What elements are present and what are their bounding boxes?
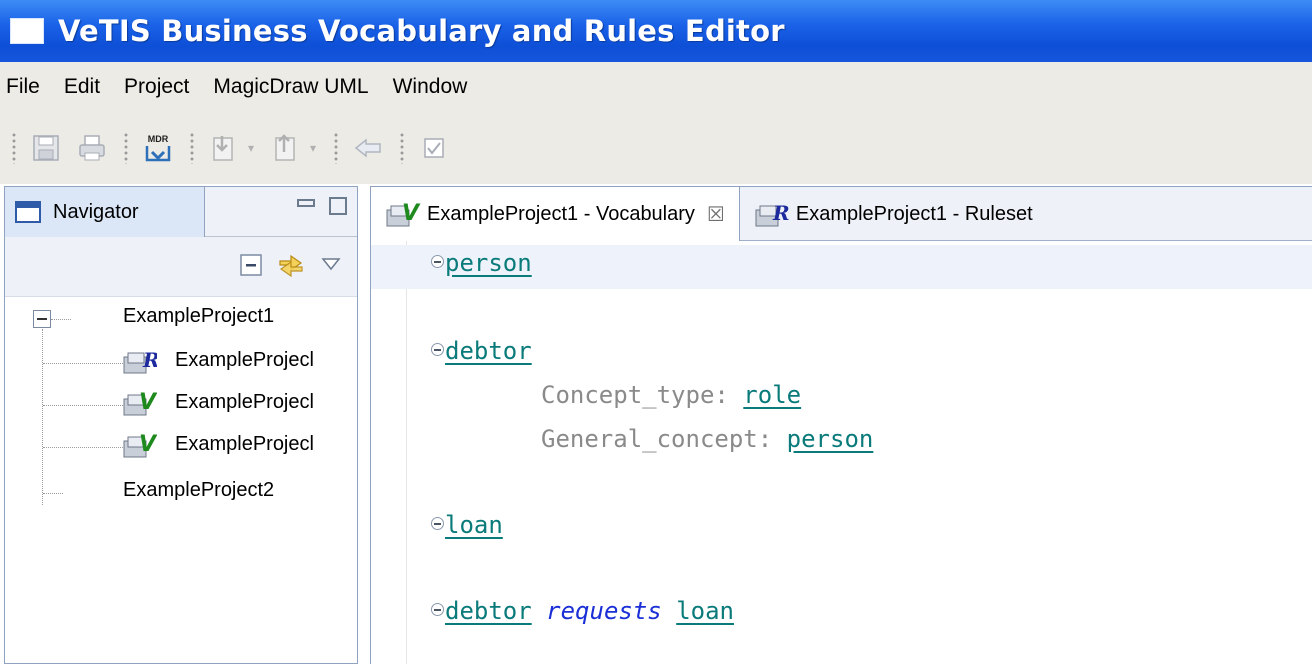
chevron-down-icon[interactable]: ▾	[310, 141, 316, 155]
next-annotation-icon	[213, 136, 233, 161]
navigator-panel: Navigator ExampleProject1 ExampleProjecl…	[4, 186, 358, 664]
project-tree: ExampleProject1 R ExampleProjecl V Examp…	[5, 297, 357, 657]
general-concept-key: General_concept:	[541, 425, 773, 453]
toolbar-grip[interactable]	[12, 132, 16, 164]
code-line-general-concept: General_concept: person	[541, 425, 873, 453]
window-icon	[15, 201, 41, 223]
next-annotation-button[interactable]	[206, 130, 242, 166]
editor-area: V ExampleProject1 - Vocabulary ☒ R Examp…	[370, 186, 1312, 664]
vocabulary-icon: V	[386, 201, 421, 227]
view-controls	[297, 197, 347, 215]
svg-text:MDR: MDR	[148, 134, 169, 144]
ruleset-icon: R	[755, 201, 790, 227]
navigator-header: Navigator	[5, 187, 357, 237]
fact-subject[interactable]: debtor	[445, 597, 532, 625]
svg-text:R: R	[142, 348, 157, 372]
save-icon	[33, 135, 59, 161]
back-button[interactable]	[350, 130, 386, 166]
mdr-import-icon: MDR	[145, 134, 171, 162]
window-title: VeTIS Business Vocabulary and Rules Edit…	[58, 14, 785, 48]
tree-connector	[43, 405, 123, 406]
menu-edit[interactable]: Edit	[64, 75, 100, 99]
concept-type-value[interactable]: role	[743, 381, 801, 409]
svg-text:R: R	[772, 201, 790, 225]
link-with-editor-icon[interactable]	[277, 251, 305, 279]
tree-collapse-toggle[interactable]	[33, 310, 51, 328]
previous-annotation-button[interactable]	[268, 130, 304, 166]
tree-item-ruleset[interactable]: ExampleProjecl	[175, 349, 314, 372]
tab-vocabulary[interactable]: V ExampleProject1 - Vocabulary ☒	[371, 187, 740, 241]
view-menu-icon[interactable]	[317, 251, 345, 279]
navigator-tools	[237, 251, 345, 279]
fold-toggle-icon[interactable]	[431, 343, 444, 356]
tree-connector	[51, 319, 71, 320]
ruleset-icon: R	[123, 348, 157, 374]
tree-item-vocabulary[interactable]: ExampleProjecl	[175, 433, 314, 456]
svg-text:V: V	[402, 201, 421, 226]
code-line-concept-type: Concept_type: role	[541, 381, 801, 409]
tree-item-project1[interactable]: ExampleProject1	[123, 305, 274, 328]
editor-gutter	[371, 241, 407, 664]
close-icon[interactable]: ☒	[707, 202, 725, 227]
vocabulary-icon: V	[123, 432, 157, 458]
navigator-toolbar	[5, 237, 357, 297]
tab-vocabulary-label: ExampleProject1 - Vocabulary	[427, 202, 695, 225]
code-line-fact-type: debtor requests loan	[445, 597, 734, 625]
vocabulary-text-editor[interactable]: person debtor Concept_type: role General…	[371, 241, 1312, 664]
term-debtor[interactable]: debtor	[445, 337, 532, 365]
menu-project[interactable]: Project	[124, 75, 189, 99]
mdr-import-button[interactable]: MDR	[140, 130, 176, 166]
app-icon	[10, 18, 44, 44]
code-line-term: loan	[445, 511, 503, 539]
svg-text:V: V	[139, 432, 157, 457]
menu-file[interactable]: File	[6, 75, 40, 99]
code-line-term: debtor	[445, 337, 532, 365]
minimize-button[interactable]	[297, 199, 315, 207]
term-loan[interactable]: loan	[445, 511, 503, 539]
tab-navigator[interactable]: Navigator	[5, 187, 205, 237]
fold-toggle-icon[interactable]	[431, 603, 444, 616]
tree-connector	[43, 493, 63, 494]
tree-connector	[42, 329, 43, 505]
previous-annotation-icon	[275, 134, 295, 161]
menu-bar: File Edit Project MagicDraw UML Window	[0, 62, 1312, 112]
print-icon	[79, 135, 105, 161]
tab-ruleset[interactable]: R ExampleProject1 - Ruleset	[740, 187, 1047, 241]
toolbar-grip[interactable]	[190, 132, 194, 164]
title-bar: VeTIS Business Vocabulary and Rules Edit…	[0, 0, 1312, 62]
validate-button[interactable]	[416, 130, 452, 166]
menu-magicdraw-uml[interactable]: MagicDraw UML	[213, 75, 368, 99]
fold-toggle-icon[interactable]	[431, 517, 444, 530]
fact-verb[interactable]: requests	[546, 597, 662, 625]
concept-type-key: Concept_type:	[541, 381, 729, 409]
fold-toggle-icon[interactable]	[431, 255, 444, 268]
editor-tab-bar: V ExampleProject1 - Vocabulary ☒ R Examp…	[371, 187, 1312, 241]
checkbox-icon	[424, 138, 444, 158]
chevron-down-icon[interactable]: ▾	[248, 141, 254, 155]
toolbar-grip[interactable]	[124, 132, 128, 164]
collapse-all-icon[interactable]	[237, 251, 265, 279]
save-button[interactable]	[28, 130, 64, 166]
print-button[interactable]	[74, 130, 110, 166]
tree-connector	[43, 447, 123, 448]
menu-window[interactable]: Window	[393, 75, 468, 99]
general-concept-value[interactable]: person	[787, 425, 874, 453]
tab-ruleset-label: ExampleProject1 - Ruleset	[795, 202, 1033, 225]
back-icon	[354, 138, 381, 158]
toolbar-grip[interactable]	[334, 132, 339, 164]
tree-connector	[43, 363, 123, 364]
tree-item-vocabulary[interactable]: ExampleProjecl	[175, 391, 314, 414]
code-line-term: person	[445, 249, 532, 277]
svg-text:V: V	[139, 390, 157, 415]
navigator-tab-label: Navigator	[53, 200, 139, 223]
maximize-button[interactable]	[329, 197, 347, 215]
vocabulary-icon: V	[123, 390, 157, 416]
fact-object[interactable]: loan	[676, 597, 734, 625]
toolbar-grip[interactable]	[400, 132, 405, 164]
tree-item-project2[interactable]: ExampleProject2	[123, 479, 274, 502]
term-person[interactable]: person	[445, 249, 532, 277]
toolbar: MDR ▾ ▾	[0, 112, 1312, 184]
